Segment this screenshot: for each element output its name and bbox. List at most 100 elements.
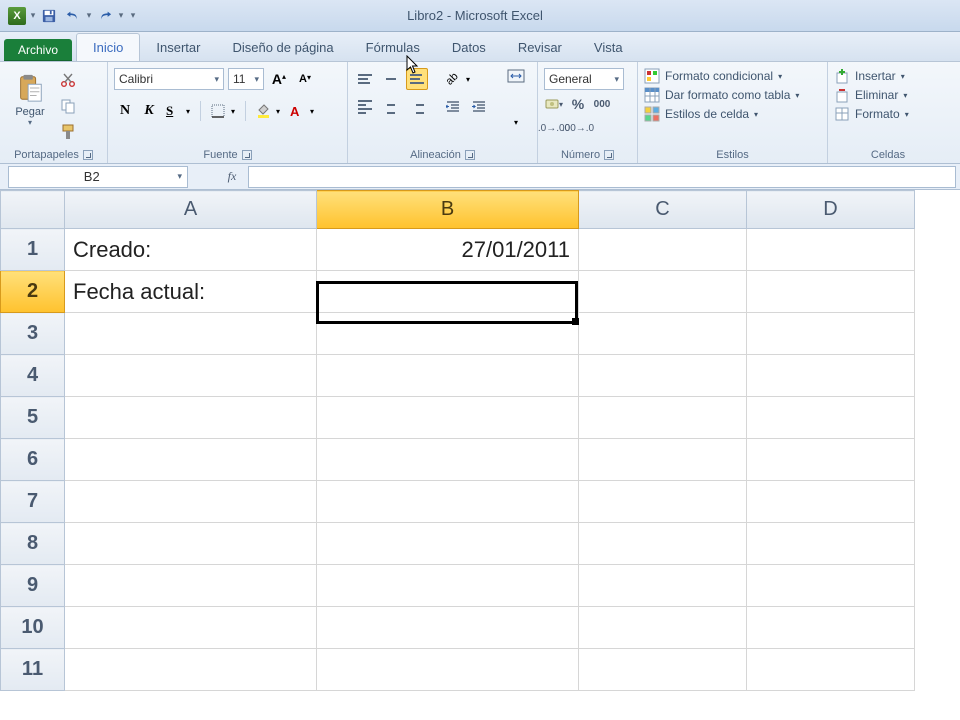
align-top-button[interactable]: [354, 68, 376, 90]
undo-button[interactable]: [62, 5, 84, 27]
align-right-button[interactable]: [406, 96, 428, 118]
font-color-button[interactable]: A▾: [286, 100, 318, 122]
cell-C11[interactable]: [579, 649, 747, 691]
cell-D8[interactable]: [747, 523, 915, 565]
insert-function-button[interactable]: fx: [222, 168, 242, 186]
undo-dropdown[interactable]: ▾: [86, 10, 92, 21]
percent-button[interactable]: %: [568, 94, 588, 114]
cell-D6[interactable]: [747, 439, 915, 481]
cell-B10[interactable]: [317, 607, 579, 649]
format-painter-button[interactable]: [58, 122, 78, 142]
cell-C5[interactable]: [579, 397, 747, 439]
grow-font-button[interactable]: A▴: [268, 68, 290, 90]
save-button[interactable]: [38, 5, 60, 27]
cell-A1[interactable]: Creado:: [65, 229, 317, 271]
borders-button[interactable]: ▾: [207, 100, 239, 122]
number-dialog-launcher[interactable]: [604, 150, 614, 160]
tab-vista[interactable]: Vista: [578, 34, 639, 61]
cell-A5[interactable]: [65, 397, 317, 439]
row-header-7[interactable]: 7: [1, 481, 65, 523]
cell-C2[interactable]: [579, 271, 747, 313]
cell-B1[interactable]: 27/01/2011: [317, 229, 579, 271]
name-box[interactable]: B2▾: [8, 166, 188, 188]
align-dialog-launcher[interactable]: [465, 150, 475, 160]
tab-datos[interactable]: Datos: [436, 34, 502, 61]
row-header-3[interactable]: 3: [1, 313, 65, 355]
number-format-combo[interactable]: General▾: [544, 68, 624, 90]
column-header-B[interactable]: B: [317, 191, 579, 229]
cell-D7[interactable]: [747, 481, 915, 523]
cell-A7[interactable]: [65, 481, 317, 523]
cell-A2[interactable]: Fecha actual:: [65, 271, 317, 313]
cell-styles-button[interactable]: Estilos de celda▾: [644, 106, 799, 122]
format-table-button[interactable]: Dar formato como tabla▾: [644, 87, 799, 103]
cell-A4[interactable]: [65, 355, 317, 397]
row-header-11[interactable]: 11: [1, 649, 65, 691]
underline-button[interactable]: S▾: [162, 100, 194, 122]
cell-C6[interactable]: [579, 439, 747, 481]
column-header-D[interactable]: D: [747, 191, 915, 229]
cell-B4[interactable]: [317, 355, 579, 397]
clipboard-dialog-launcher[interactable]: [83, 150, 93, 160]
select-all-corner[interactable]: [1, 191, 65, 229]
cut-button[interactable]: [58, 70, 78, 90]
thousands-button[interactable]: 000: [592, 94, 612, 114]
cell-A11[interactable]: [65, 649, 317, 691]
redo-dropdown[interactable]: ▾: [118, 10, 124, 21]
row-header-6[interactable]: 6: [1, 439, 65, 481]
align-left-button[interactable]: [354, 96, 376, 118]
copy-button[interactable]: [58, 96, 78, 116]
cell-C7[interactable]: [579, 481, 747, 523]
tab-diseno[interactable]: Diseño de página: [216, 34, 349, 61]
cancel-formula-button[interactable]: ✕: [196, 168, 216, 186]
align-middle-button[interactable]: [380, 68, 402, 90]
row-header-9[interactable]: 9: [1, 565, 65, 607]
row-header-10[interactable]: 10: [1, 607, 65, 649]
conditional-format-button[interactable]: Formato condicional▾: [644, 68, 799, 84]
font-dialog-launcher[interactable]: [242, 150, 252, 160]
cell-C4[interactable]: [579, 355, 747, 397]
decrease-indent-button[interactable]: [442, 96, 464, 118]
cell-B8[interactable]: [317, 523, 579, 565]
cell-C1[interactable]: [579, 229, 747, 271]
cell-C8[interactable]: [579, 523, 747, 565]
cell-B3[interactable]: [317, 313, 579, 355]
shrink-font-button[interactable]: A▾: [294, 68, 316, 90]
decrease-decimal-button[interactable]: .00→.0: [568, 118, 588, 138]
bold-button[interactable]: N: [114, 100, 136, 122]
row-header-5[interactable]: 5: [1, 397, 65, 439]
cell-A6[interactable]: [65, 439, 317, 481]
cell-A8[interactable]: [65, 523, 317, 565]
tab-formulas[interactable]: Fórmulas: [350, 34, 436, 61]
fill-color-button[interactable]: ▾: [252, 100, 284, 122]
cell-C3[interactable]: [579, 313, 747, 355]
cell-B6[interactable]: [317, 439, 579, 481]
row-header-8[interactable]: 8: [1, 523, 65, 565]
paste-button[interactable]: Pegar ▾: [6, 68, 54, 129]
cell-B9[interactable]: [317, 565, 579, 607]
merge-button[interactable]: ▾: [500, 68, 532, 128]
insert-cells-button[interactable]: Insertar▾: [834, 68, 909, 84]
app-icon[interactable]: X: [6, 5, 28, 27]
cell-B2[interactable]: [317, 271, 579, 313]
cell-D1[interactable]: [747, 229, 915, 271]
tab-inicio[interactable]: Inicio: [76, 33, 140, 61]
italic-button[interactable]: K: [138, 100, 160, 122]
cell-C10[interactable]: [579, 607, 747, 649]
cell-A9[interactable]: [65, 565, 317, 607]
column-header-C[interactable]: C: [579, 191, 747, 229]
currency-button[interactable]: ▾: [544, 94, 564, 114]
increase-indent-button[interactable]: [468, 96, 490, 118]
cell-B7[interactable]: [317, 481, 579, 523]
delete-cells-button[interactable]: Eliminar▾: [834, 87, 909, 103]
row-header-2[interactable]: 2: [1, 271, 65, 313]
row-header-4[interactable]: 4: [1, 355, 65, 397]
cell-D4[interactable]: [747, 355, 915, 397]
align-bottom-button[interactable]: [406, 68, 428, 90]
cell-A10[interactable]: [65, 607, 317, 649]
cell-A3[interactable]: [65, 313, 317, 355]
row-header-1[interactable]: 1: [1, 229, 65, 271]
format-cells-button[interactable]: Formato▾: [834, 106, 909, 122]
cell-B5[interactable]: [317, 397, 579, 439]
cell-D11[interactable]: [747, 649, 915, 691]
